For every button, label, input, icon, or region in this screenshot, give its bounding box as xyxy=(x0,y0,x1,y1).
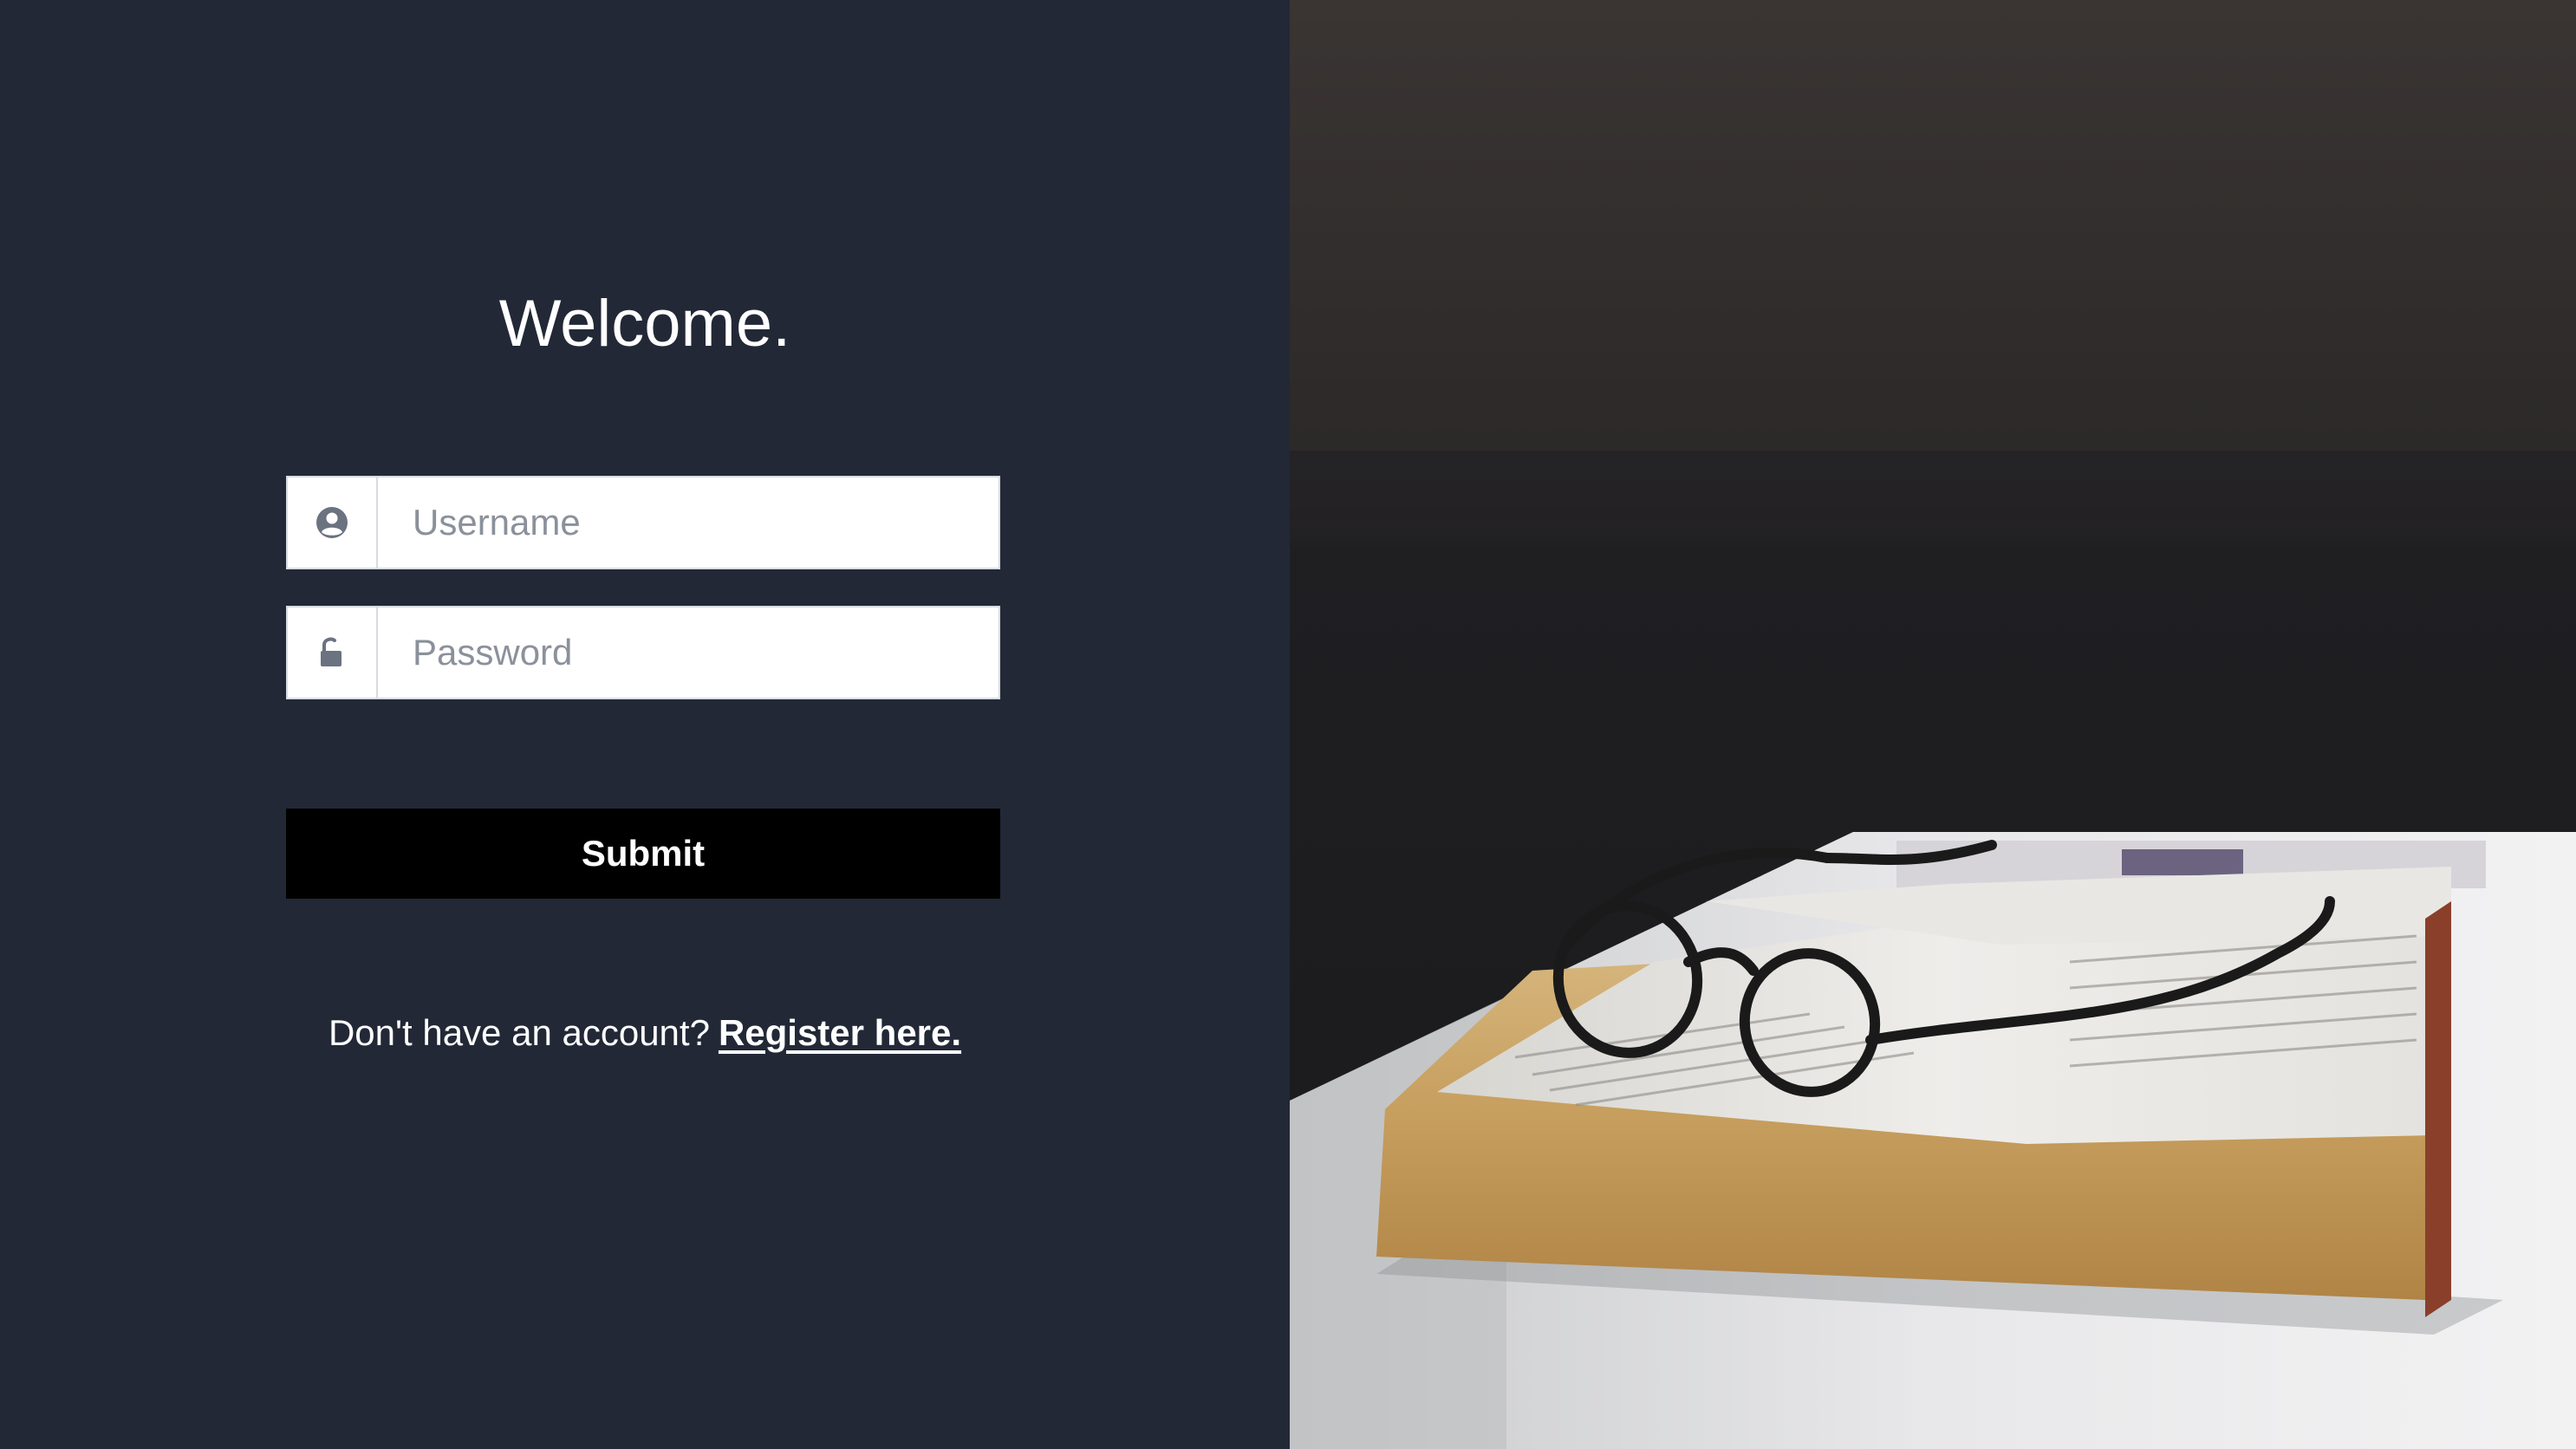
password-input[interactable] xyxy=(378,608,999,698)
hero-image xyxy=(1290,0,2576,1449)
username-input[interactable] xyxy=(378,478,999,568)
user-circle-icon xyxy=(288,478,378,568)
book-glasses-illustration xyxy=(1290,0,2576,1449)
password-field-group xyxy=(286,606,1000,699)
username-field-group xyxy=(286,476,1000,569)
register-prompt-text: Don't have an account? xyxy=(328,1012,710,1053)
register-link[interactable]: Register here. xyxy=(719,1012,961,1053)
login-panel: Welcome. Submit Don't have a xyxy=(0,0,1290,1449)
login-page: Welcome. Submit Don't have a xyxy=(0,0,2576,1449)
submit-button[interactable]: Submit xyxy=(286,809,1000,899)
unlock-icon xyxy=(288,608,378,698)
register-prompt: Don't have an account? Register here. xyxy=(0,1012,1290,1054)
page-title: Welcome. xyxy=(498,287,791,361)
